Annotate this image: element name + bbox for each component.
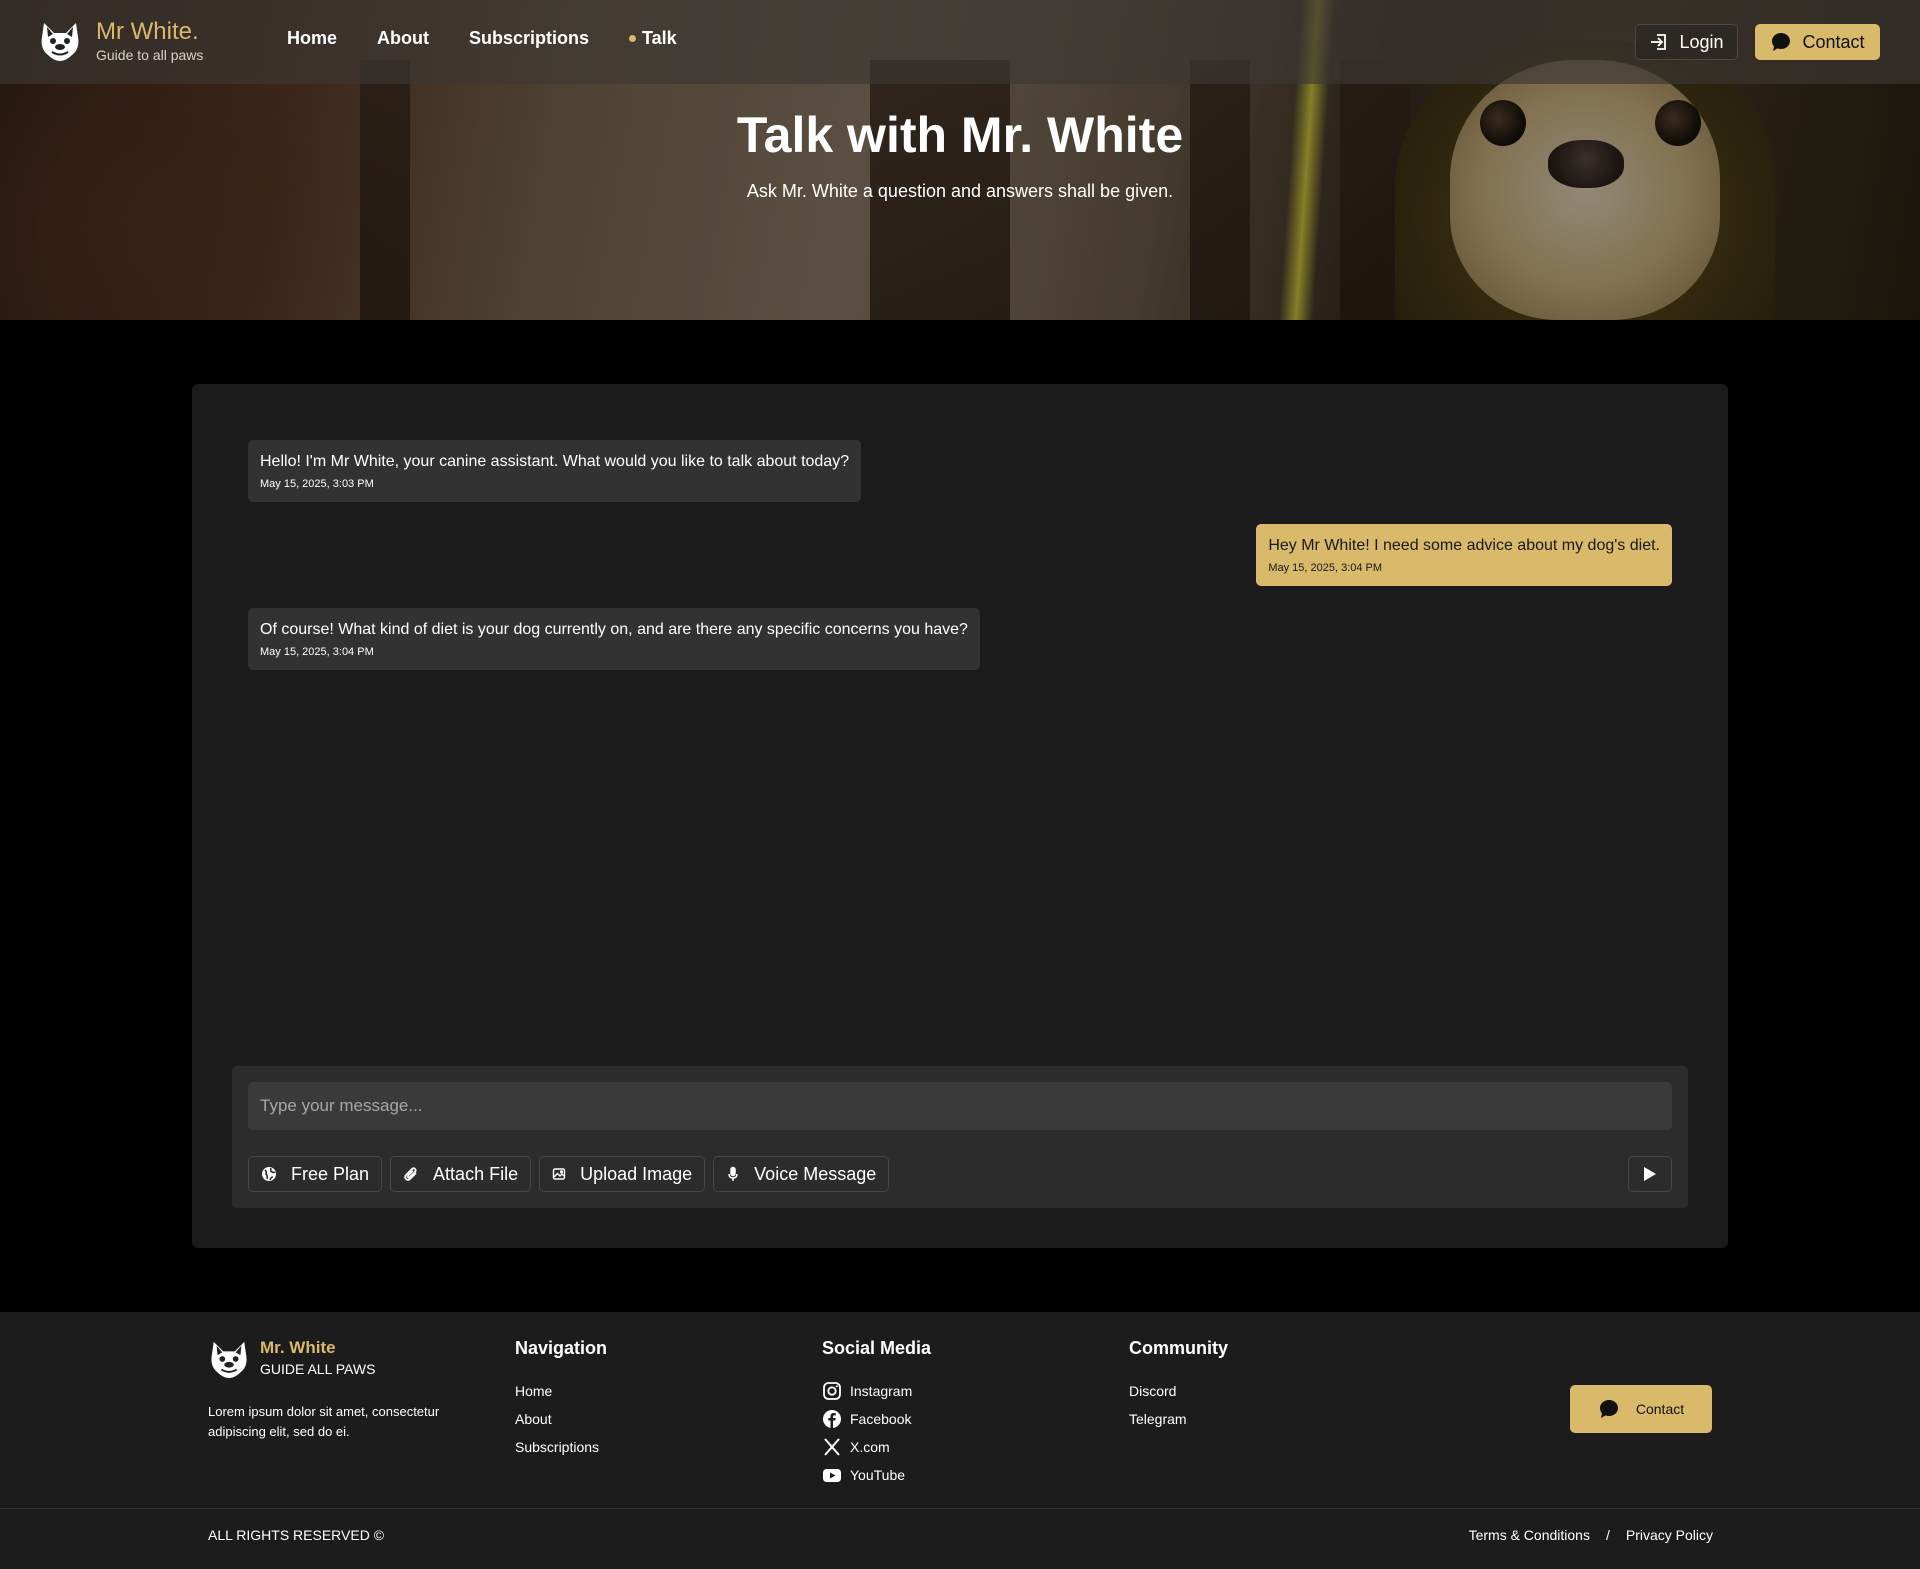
contact-button[interactable]: Contact bbox=[1755, 24, 1880, 60]
nav-talk-label: Talk bbox=[642, 28, 677, 48]
free-plan-label: Free Plan bbox=[291, 1163, 370, 1184]
footer-navigation: Navigation Home About Subscriptions bbox=[515, 1338, 607, 1461]
image-icon bbox=[552, 1168, 566, 1180]
footer-link-facebook[interactable]: Facebook bbox=[822, 1405, 931, 1433]
page-subtitle: Ask Mr. White a question and answers sha… bbox=[746, 181, 1174, 201]
footer-description: Lorem ipsum dolor sit amet, consectetur … bbox=[208, 1404, 440, 1439]
footer-community-title: Community bbox=[1129, 1338, 1228, 1358]
upload-image-button[interactable]: Upload Image bbox=[539, 1156, 706, 1192]
privacy-link[interactable]: Privacy Policy bbox=[1626, 1527, 1713, 1543]
footer-social: Social Media Instagram Facebook X.com Yo bbox=[822, 1338, 931, 1489]
contact-label: Contact bbox=[1802, 31, 1865, 52]
voice-message-button[interactable]: Voice Message bbox=[713, 1156, 890, 1192]
page-title: Talk with Mr. White bbox=[736, 107, 1184, 163]
login-icon bbox=[1651, 34, 1667, 50]
message-text: Of course! What kind of diet is your dog… bbox=[260, 621, 968, 638]
footer-link-home[interactable]: Home bbox=[515, 1377, 607, 1405]
x-icon bbox=[824, 1438, 840, 1456]
terms-link[interactable]: Terms & Conditions bbox=[1469, 1527, 1590, 1543]
x-label: X.com bbox=[850, 1439, 890, 1455]
brand-title: Mr White. bbox=[96, 18, 199, 45]
footer-brand-title: Mr. White bbox=[260, 1338, 336, 1357]
chat-message-user: Hey Mr White! I need some advice about m… bbox=[1256, 524, 1672, 586]
footer-contact-label: Contact bbox=[1635, 1401, 1685, 1417]
facebook-icon bbox=[823, 1410, 841, 1428]
top-navbar: Mr White. Guide to all paws Home About S… bbox=[0, 0, 1920, 84]
legal-separator: / bbox=[1605, 1527, 1610, 1543]
footer-brand[interactable]: Mr. White GUIDE ALL PAWS bbox=[208, 1338, 375, 1380]
send-button[interactable] bbox=[1628, 1156, 1672, 1192]
globe-icon bbox=[262, 1167, 276, 1181]
voice-message-label: Voice Message bbox=[754, 1163, 877, 1184]
nav-subscriptions[interactable]: Subscriptions bbox=[469, 28, 589, 49]
composer-toolbar: Free Plan Attach File Upload Image Voice… bbox=[248, 1156, 897, 1192]
nav-about[interactable]: About bbox=[377, 28, 429, 49]
chat-message-bot: Hello! I'm Mr White, your canine assista… bbox=[248, 440, 862, 502]
bulldog-logo-icon bbox=[41, 23, 79, 61]
footer-link-discord[interactable]: Discord bbox=[1129, 1377, 1228, 1405]
brand[interactable]: Mr White. Guide to all paws bbox=[38, 18, 203, 64]
footer-link-telegram[interactable]: Telegram bbox=[1129, 1405, 1228, 1433]
message-text: Hello! I'm Mr White, your canine assista… bbox=[260, 453, 850, 470]
footer-community: Community Discord Telegram bbox=[1129, 1338, 1228, 1433]
chat-message-bot: Of course! What kind of diet is your dog… bbox=[248, 608, 980, 670]
message-input[interactable] bbox=[248, 1082, 1672, 1130]
footer-navigation-title: Navigation bbox=[515, 1338, 608, 1358]
attach-file-label: Attach File bbox=[433, 1163, 519, 1184]
instagram-icon bbox=[823, 1382, 841, 1400]
login-label: Login bbox=[1679, 31, 1724, 52]
youtube-icon bbox=[823, 1469, 841, 1482]
login-button[interactable]: Login bbox=[1635, 24, 1738, 60]
active-indicator bbox=[629, 35, 637, 42]
footer-contact-button[interactable]: Contact bbox=[1570, 1385, 1712, 1433]
chat-panel: Hello! I'm Mr White, your canine assista… bbox=[192, 384, 1728, 1248]
footer-link-instagram[interactable]: Instagram bbox=[822, 1377, 931, 1405]
bulldog-logo-icon bbox=[211, 1341, 247, 1379]
chat-bubble-icon bbox=[1772, 33, 1791, 51]
footer-link-youtube[interactable]: YouTube bbox=[822, 1461, 931, 1489]
message-timestamp: May 15, 2025, 3:04 PM bbox=[1268, 562, 1383, 574]
footer-bottom-bar: ALL RIGHTS RESERVED © Terms & Conditions… bbox=[0, 1508, 1920, 1569]
nav-talk[interactable]: Talk bbox=[629, 28, 677, 49]
footer-social-title: Social Media bbox=[822, 1338, 932, 1358]
microphone-icon bbox=[728, 1166, 738, 1181]
play-icon bbox=[1644, 1167, 1656, 1181]
brand-subtitle: Guide to all paws bbox=[96, 47, 204, 63]
chat-bubble-icon bbox=[1599, 1400, 1618, 1418]
footer-link-subscriptions[interactable]: Subscriptions bbox=[515, 1433, 607, 1461]
nav-home[interactable]: Home bbox=[287, 28, 337, 49]
footer-brand-subtitle: GUIDE ALL PAWS bbox=[260, 1361, 376, 1377]
message-composer: Free Plan Attach File Upload Image Voice… bbox=[232, 1066, 1688, 1208]
nav-links: Home About Subscriptions Talk bbox=[287, 28, 717, 49]
legal-links: Terms & Conditions / Privacy Policy bbox=[1469, 1527, 1713, 1543]
footer-link-about[interactable]: About bbox=[515, 1405, 607, 1433]
youtube-label: YouTube bbox=[850, 1467, 906, 1483]
copyright-text: ALL RIGHTS RESERVED © bbox=[208, 1527, 385, 1543]
facebook-label: Facebook bbox=[850, 1411, 912, 1427]
upload-image-label: Upload Image bbox=[580, 1163, 693, 1184]
footer: Mr. White GUIDE ALL PAWS Lorem ipsum dol… bbox=[0, 1312, 1920, 1508]
message-timestamp: May 15, 2025, 3:03 PM bbox=[260, 478, 374, 490]
message-timestamp: May 15, 2025, 3:04 PM bbox=[260, 646, 374, 658]
footer-link-x[interactable]: X.com bbox=[822, 1433, 931, 1461]
free-plan-button[interactable]: Free Plan bbox=[248, 1156, 383, 1192]
attach-file-button[interactable]: Attach File bbox=[390, 1156, 532, 1192]
instagram-label: Instagram bbox=[850, 1383, 913, 1399]
paperclip-icon bbox=[404, 1167, 417, 1181]
message-text: Hey Mr White! I need some advice about m… bbox=[1268, 537, 1660, 554]
